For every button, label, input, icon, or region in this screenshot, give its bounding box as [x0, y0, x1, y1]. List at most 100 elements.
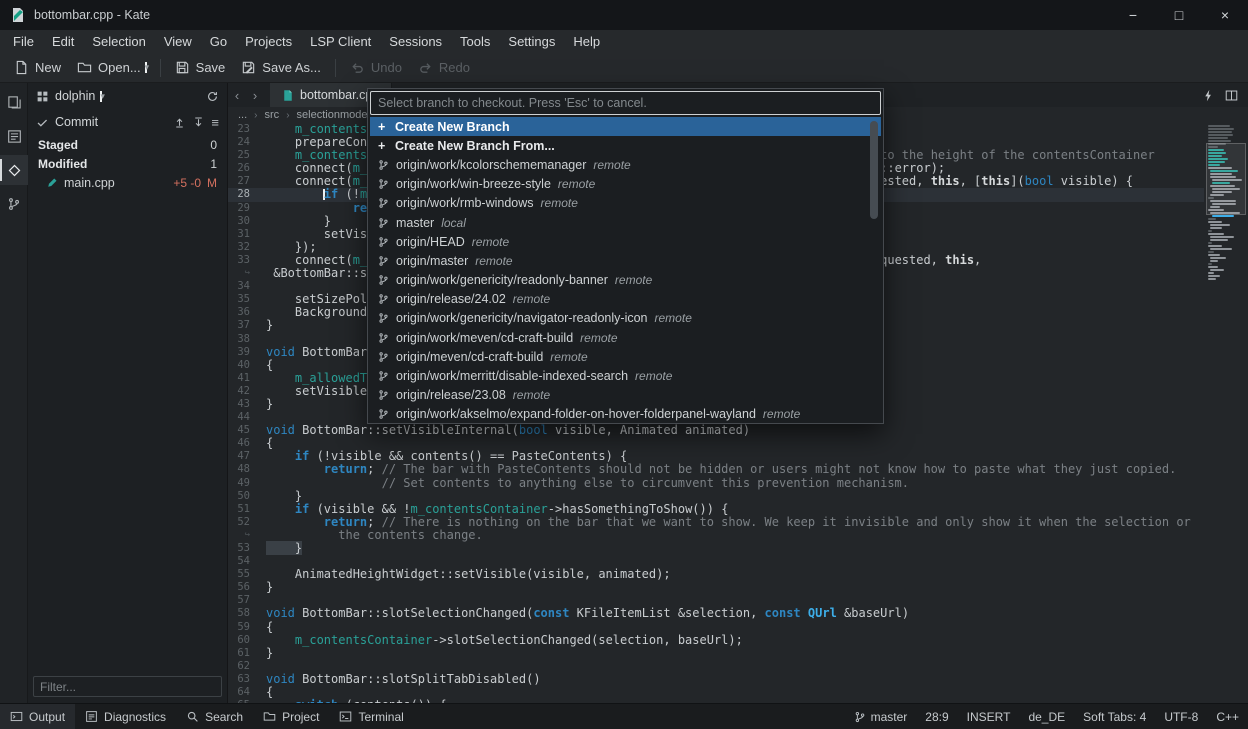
titlebar: bottombar.cpp - Kate − □ ×	[0, 0, 1248, 30]
git-branch-icon	[378, 159, 389, 171]
breadcrumb-ellipsis[interactable]: ...	[238, 109, 247, 121]
project-grid-icon	[36, 90, 49, 103]
modified-section[interactable]: Modified 1	[28, 154, 227, 173]
indent-mode[interactable]: Soft Tabs: 4	[1074, 704, 1155, 729]
statusbar-tab-terminal[interactable]: Terminal	[329, 704, 413, 729]
statusbar-tab-output[interactable]: Output	[0, 704, 75, 729]
open-button[interactable]: Open...▾	[69, 56, 154, 79]
menu-file[interactable]: File	[4, 32, 43, 51]
statusbar-tab-search[interactable]: Search	[176, 704, 253, 729]
git-filter-input[interactable]	[33, 676, 222, 697]
line-number: 30	[228, 215, 258, 228]
code-line-61[interactable]: 61}	[228, 647, 1204, 660]
undo-button[interactable]: Undo	[342, 56, 410, 79]
project-selector[interactable]: dolphin	[55, 89, 95, 103]
git-branch-indicator[interactable]: master	[845, 704, 917, 729]
new-button[interactable]: New	[6, 56, 69, 79]
code-line-58[interactable]: 58void BottomBar::slotSelectionChanged(c…	[228, 607, 1204, 620]
branch-option[interactable]: origin/release/24.02remote	[370, 290, 881, 309]
code-line-53[interactable]: 53 }	[228, 542, 1204, 555]
branch-option[interactable]: origin/meven/cd-craft-buildremote	[370, 347, 881, 366]
breadcrumb-selectionmode[interactable]: selectionmode	[297, 109, 368, 121]
line-number: 48	[228, 463, 258, 476]
branch-option[interactable]: origin/work/rmb-windowsremote	[370, 194, 881, 213]
menu-settings[interactable]: Settings	[499, 32, 564, 51]
save-as-button[interactable]: Save As...	[233, 56, 329, 79]
branch-option[interactable]: origin/work/win-breeze-styleremote	[370, 175, 881, 194]
code-line-60[interactable]: 60 m_contentsContainer->slotSelectionCha…	[228, 634, 1204, 647]
git-branch-icon	[378, 332, 389, 344]
branch-option[interactable]: origin/work/genericity/readonly-bannerre…	[370, 271, 881, 290]
branch-option[interactable]: origin/release/23.08remote	[370, 386, 881, 405]
line-number: 64	[228, 686, 258, 699]
code-line-45[interactable]: 45void BottomBar::setVisibleInternal(boo…	[228, 424, 1204, 437]
nav-back-button[interactable]: ‹	[228, 83, 246, 107]
code-line-55[interactable]: 55 AnimatedHeightWidget::setVisible(visi…	[228, 568, 1204, 581]
cursor-position[interactable]: 28:9	[916, 704, 957, 729]
menu-lsp-client[interactable]: LSP Client	[301, 32, 380, 51]
branch-option-create[interactable]: +Create New Branch From...	[370, 136, 881, 155]
syntax-mode[interactable]: C++	[1207, 704, 1248, 729]
chevron-right-icon: ›	[286, 110, 289, 121]
commit-button[interactable]: Commit	[55, 115, 98, 129]
menu-projects[interactable]: Projects	[236, 32, 301, 51]
menu-selection[interactable]: Selection	[83, 32, 154, 51]
menu-help[interactable]: Help	[564, 32, 609, 51]
save-button[interactable]: Save	[167, 56, 234, 79]
save-icon	[175, 60, 190, 75]
menu-tools[interactable]: Tools	[451, 32, 499, 51]
dictionary[interactable]: de_DE	[1019, 704, 1074, 729]
git-panel: dolphin ▾ Commit ≡ Staged 0 Modified 1 m…	[28, 83, 228, 703]
push-button[interactable]	[173, 116, 186, 129]
menu-go[interactable]: Go	[201, 32, 236, 51]
git-menu-button[interactable]: ≡	[211, 115, 219, 130]
search-icon	[186, 710, 199, 723]
branch-option[interactable]: origin/work/meven/cd-craft-buildremote	[370, 328, 881, 347]
branch-option[interactable]: origin/work/akselmo/expand-folder-on-hov…	[370, 405, 881, 421]
line-number: 52	[228, 516, 258, 529]
flash-icon[interactable]	[1202, 89, 1215, 102]
terminal-icon	[339, 710, 352, 723]
close-button[interactable]: ×	[1202, 0, 1248, 30]
maximize-button[interactable]: □	[1156, 0, 1202, 30]
window-title: bottombar.cpp - Kate	[34, 8, 150, 22]
git-branch-icon	[378, 312, 389, 324]
staged-section[interactable]: Staged 0	[28, 135, 227, 154]
breadcrumb-src[interactable]: src	[265, 109, 280, 121]
input-mode[interactable]: INSERT	[958, 704, 1020, 729]
menu-view[interactable]: View	[155, 32, 201, 51]
sidebar-item-branches[interactable]	[0, 189, 28, 219]
code-line-63[interactable]: 63void BottomBar::slotSplitTabDisabled()	[228, 673, 1204, 686]
menu-sessions[interactable]: Sessions	[380, 32, 451, 51]
branch-option[interactable]: origin/masterremote	[370, 251, 881, 270]
branch-option[interactable]: origin/work/merritt/disable-indexed-sear…	[370, 366, 881, 385]
code-line-49[interactable]: 49 // Set contents to anything else to c…	[228, 477, 1204, 490]
branch-option[interactable]: origin/work/genericity/navigator-readonl…	[370, 309, 881, 328]
statusbar-tab-project[interactable]: Project	[253, 704, 329, 729]
branch-option[interactable]: masterlocal	[370, 213, 881, 232]
branch-option-create[interactable]: +Create New Branch	[370, 117, 881, 136]
popup-scrollbar-thumb[interactable]	[870, 121, 878, 219]
menu-edit[interactable]: Edit	[43, 32, 83, 51]
branch-option[interactable]: origin/HEADremote	[370, 232, 881, 251]
statusbar-tab-diagnostics[interactable]: Diagnostics	[75, 704, 176, 729]
split-view-icon[interactable]	[1225, 89, 1238, 102]
pull-button[interactable]	[192, 116, 205, 129]
code-line-56[interactable]: 56}	[228, 581, 1204, 594]
minimize-button[interactable]: −	[1110, 0, 1156, 30]
minimap-viewport[interactable]	[1206, 143, 1246, 215]
sidebar-item-symbols[interactable]	[0, 121, 28, 151]
minimap-scrollbar[interactable]	[1206, 123, 1246, 703]
menubar: FileEditSelectionViewGoProjectsLSP Clien…	[0, 30, 1248, 53]
sidebar-item-git[interactable]	[0, 155, 28, 185]
branch-search-input[interactable]	[370, 91, 881, 115]
branch-option[interactable]: origin/work/kcolorschememanagerremote	[370, 155, 881, 174]
git-file-row[interactable]: main.cpp +5 -0 M	[28, 173, 227, 192]
nav-forward-button[interactable]: ›	[246, 83, 264, 107]
plus-icon: +	[378, 139, 388, 153]
refresh-button[interactable]	[206, 90, 219, 103]
redo-button[interactable]: Redo	[410, 56, 478, 79]
encoding[interactable]: UTF-8	[1155, 704, 1207, 729]
code-line-↪[interactable]: ↪ the contents change.	[228, 529, 1204, 542]
sidebar-item-documents[interactable]	[0, 87, 28, 117]
